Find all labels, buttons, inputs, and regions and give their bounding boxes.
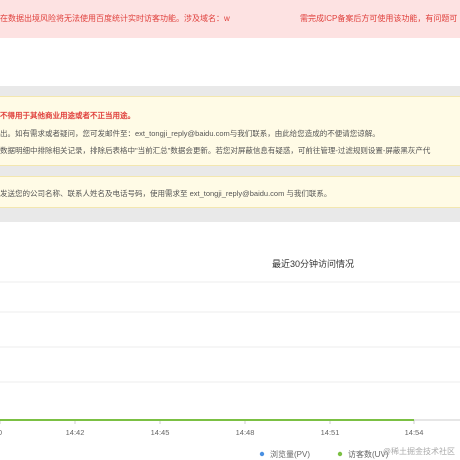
watermark-text: @稀土掘金技术社区 [383, 446, 455, 456]
x-tick-label-5: 14:54 [405, 428, 424, 437]
x-tick-label-2: 14:45 [151, 428, 170, 437]
section-divider-2 [0, 166, 460, 176]
section-divider [0, 86, 460, 96]
contact-notice: 发送您的公司名称、联系人姓名及电话号码，使用需求至 ext_tongji_rep… [0, 176, 460, 208]
legend-swatch-1 [337, 451, 343, 457]
policy-filter-text: 数据明细中排除相关记录，排除后表格中"当前汇总"数据会更新。若您对屏蔽信息有疑惑… [0, 146, 431, 155]
x-tick-label-0: 0 [0, 428, 2, 437]
policy-notice: 不得用于其他商业用途或者不正当用途。 出。如有需求或者疑问，您可发邮件至：ext… [0, 96, 460, 166]
warning-text-right: 需完成ICP备案后方可使用该功能，有问题可 [300, 14, 458, 23]
legend-label-0: 浏览量(PV) [270, 449, 310, 459]
warning-text-left: 在数据出境风险将无法使用百度统计实时访客功能。涉及域名：w [0, 14, 230, 23]
x-tick-label-3: 14:48 [236, 428, 255, 437]
legend-swatch-0 [259, 451, 265, 457]
x-tick-label-1: 14:42 [66, 428, 85, 437]
visits-line-chart: 014:4214:4514:4814:5114:54浏览量(PV)访客数(UV)… [0, 281, 460, 459]
section-divider-3 [0, 208, 460, 222]
policy-warning-text: 不得用于其他商业用途或者不正当用途。 [0, 111, 135, 120]
data-export-warning-banner: 在数据出境风险将无法使用百度统计实时访客功能。涉及域名：w 需完成ICP备案后方… [0, 0, 460, 38]
contact-notice-text: 发送您的公司名称、联系人姓名及电话号码，使用需求至 ext_tongji_rep… [0, 189, 332, 198]
toolbar-area [0, 38, 460, 86]
policy-contact-text: 出。如有需求或者疑问，您可发邮件至：ext_tongji_reply@baidu… [0, 129, 380, 138]
x-tick-label-4: 14:51 [321, 428, 340, 437]
